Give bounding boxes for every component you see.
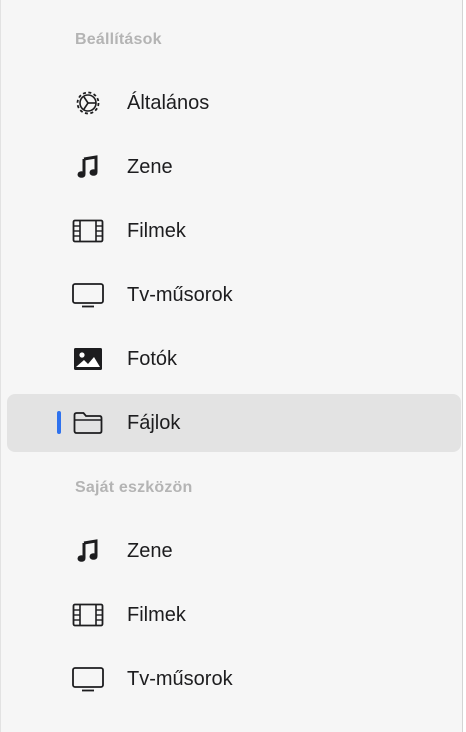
gear-icon — [71, 87, 105, 119]
film-icon — [71, 599, 105, 631]
sidebar-item-device-music[interactable]: Zene — [7, 522, 461, 580]
sidebar-item-music[interactable]: Zene — [7, 138, 461, 196]
sidebar-item-device-movies[interactable]: Filmek — [7, 586, 461, 644]
sidebar-item-label: Filmek — [127, 604, 186, 626]
film-icon — [71, 215, 105, 247]
sidebar-item-label: Általános — [127, 92, 210, 114]
music-note-icon — [71, 151, 105, 183]
sidebar: Beállítások Általános Zene Filmek Tv-műs… — [0, 0, 463, 732]
sidebar-item-label: Zene — [127, 540, 173, 562]
tv-icon — [71, 663, 105, 695]
sidebar-item-files[interactable]: Fájlok — [7, 394, 461, 452]
folder-icon — [71, 407, 105, 439]
music-note-icon — [71, 535, 105, 567]
sidebar-item-label: Zene — [127, 156, 173, 178]
sidebar-item-label: Fotók — [127, 348, 178, 370]
sidebar-item-label: Filmek — [127, 220, 186, 242]
sidebar-item-photos[interactable]: Fotók — [7, 330, 461, 388]
sidebar-item-label: Fájlok — [127, 412, 181, 434]
sidebar-item-movies[interactable]: Filmek — [7, 202, 461, 260]
sidebar-item-device-tv-shows[interactable]: Tv-műsorok — [7, 650, 461, 708]
sidebar-item-label: Tv-műsorok — [127, 668, 233, 690]
tv-icon — [71, 279, 105, 311]
section-header-settings: Beállítások — [75, 31, 162, 48]
sidebar-item-general[interactable]: Általános — [7, 74, 461, 132]
section-header-on-device: Saját eszközön — [75, 479, 193, 496]
photo-icon — [71, 343, 105, 375]
selection-indicator — [57, 411, 61, 434]
sidebar-item-label: Tv-műsorok — [127, 284, 233, 306]
sidebar-item-tv-shows[interactable]: Tv-műsorok — [7, 266, 461, 324]
